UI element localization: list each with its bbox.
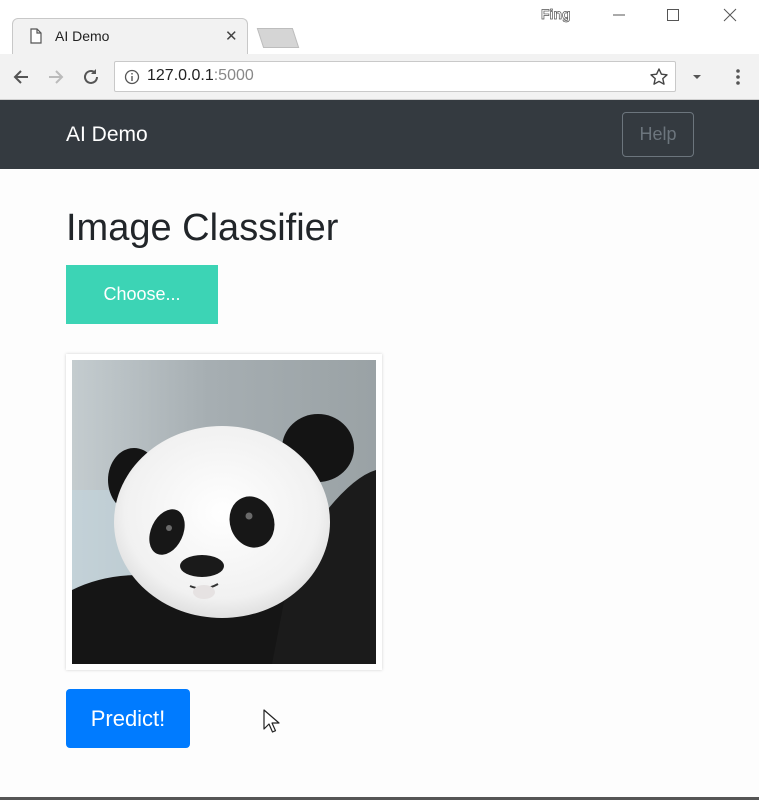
image-preview <box>66 354 382 670</box>
profile-name[interactable]: Fing <box>541 6 571 23</box>
page-icon <box>30 28 42 48</box>
new-tab-button[interactable] <box>256 28 300 48</box>
app-navbar: AI Demo Help <box>0 100 759 169</box>
info-icon[interactable] <box>124 69 140 89</box>
dropdown-caret-icon[interactable] <box>690 69 704 88</box>
bookmark-star-icon[interactable] <box>649 67 669 91</box>
url-port: :5000 <box>213 67 254 84</box>
tab-title: AI Demo <box>55 28 110 44</box>
tab-close-icon[interactable]: ✕ <box>225 27 238 45</box>
address-bar[interactable]: 127.0.0.1:5000 <box>114 61 676 92</box>
predict-button[interactable]: Predict! <box>66 689 190 748</box>
browser-tab[interactable]: AI Demo ✕ <box>12 18 248 55</box>
minimize-icon[interactable] <box>608 4 630 26</box>
navbar-brand[interactable]: AI Demo <box>66 123 148 147</box>
url-host: 127.0.0.1 <box>147 67 214 84</box>
choose-file-button[interactable]: Choose... <box>66 265 218 324</box>
mouse-cursor-icon <box>263 709 281 739</box>
back-icon[interactable] <box>11 67 31 91</box>
reload-icon[interactable] <box>81 67 101 91</box>
close-window-icon[interactable] <box>719 4 741 26</box>
menu-kebab-icon[interactable] <box>730 67 746 91</box>
browser-toolbar: 127.0.0.1:5000 <box>0 54 759 100</box>
panda-image <box>72 360 376 664</box>
page-title: Image Classifier <box>66 207 339 249</box>
help-button[interactable]: Help <box>622 112 694 157</box>
forward-icon[interactable] <box>46 67 66 91</box>
maximize-icon[interactable] <box>662 4 684 26</box>
url-text: 127.0.0.1:5000 <box>147 67 254 85</box>
browser-titlebar: AI Demo ✕ Fing <box>0 0 759 55</box>
